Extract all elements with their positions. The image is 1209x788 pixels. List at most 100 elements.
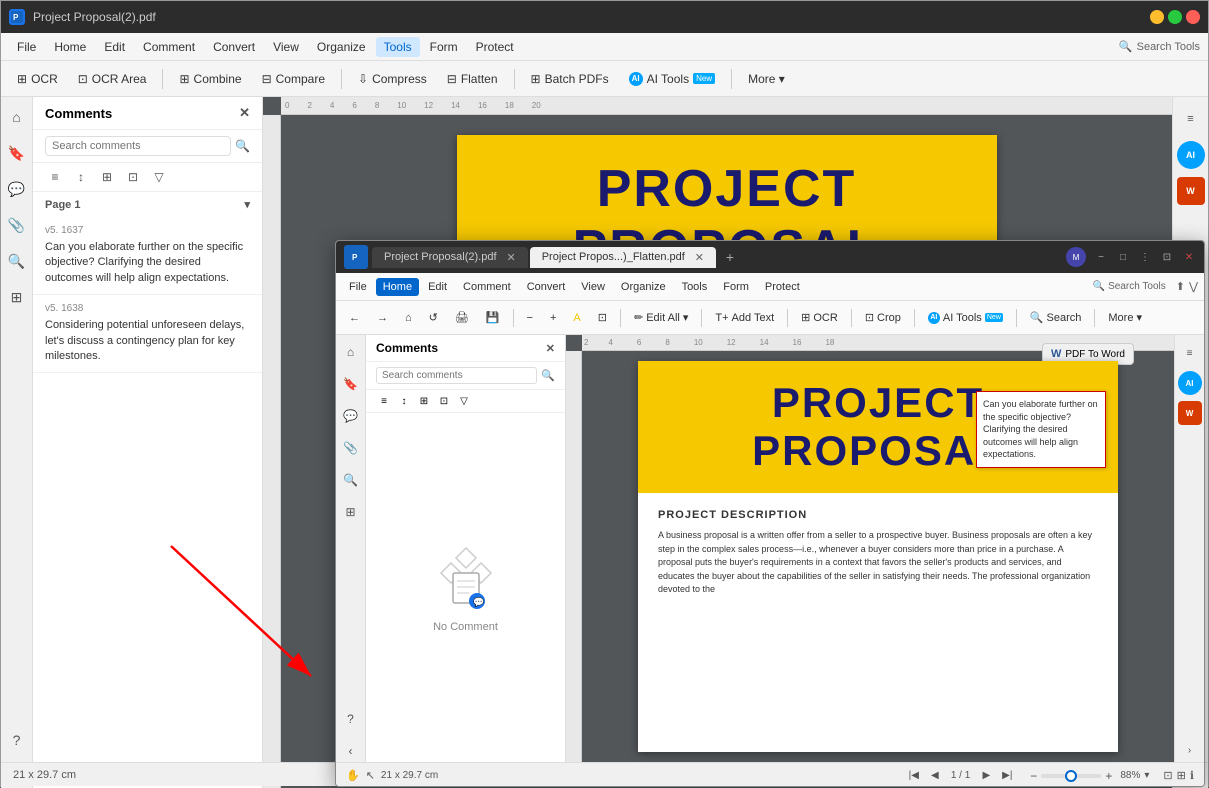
- back-ct-filter[interactable]: ▽: [149, 167, 169, 187]
- front-rt-ai[interactable]: AI: [1178, 371, 1202, 395]
- front-sb-nav[interactable]: ‹: [340, 740, 362, 762]
- front-ct-sort[interactable]: ↕: [396, 393, 412, 409]
- front-first-page[interactable]: |◀: [905, 767, 923, 785]
- back-comments-search-input[interactable]: [45, 136, 231, 156]
- back-tool-compare[interactable]: ⊟ Compare: [254, 68, 333, 90]
- front-view-info[interactable]: ℹ: [1190, 769, 1194, 782]
- back-sidebar-comment[interactable]: 💬: [5, 177, 29, 201]
- back-tool-compress[interactable]: ⇩ Compress: [350, 68, 435, 90]
- front-more-dots[interactable]: ⋮: [1138, 250, 1152, 264]
- front-menu-tools[interactable]: Tools: [675, 278, 715, 296]
- front-crop-btn[interactable]: ⊡ Crop: [858, 308, 908, 327]
- front-more-btn[interactable]: More ▾: [1101, 308, 1149, 327]
- front-ct-group[interactable]: ⊞: [416, 393, 432, 409]
- back-maximize-btn[interactable]: [1168, 10, 1182, 24]
- front-ct-list[interactable]: ≡: [376, 393, 392, 409]
- back-tool-more[interactable]: More ▾: [740, 68, 793, 90]
- front-comments-search-input[interactable]: [376, 367, 537, 384]
- front-rt-ms[interactable]: W: [1178, 401, 1202, 425]
- front-next-page[interactable]: ▶: [977, 767, 995, 785]
- back-tool-flatten[interactable]: ⊟ Flatten: [439, 68, 506, 90]
- front-highlight-btn[interactable]: A: [566, 309, 587, 327]
- back-menu-comment[interactable]: Comment: [135, 37, 203, 57]
- back-menu-form[interactable]: Form: [422, 37, 466, 57]
- front-zoom-dropdown[interactable]: ▾: [1144, 770, 1149, 781]
- back-search-tools-text[interactable]: Search Tools: [1137, 41, 1200, 53]
- front-sb-comment[interactable]: 💬: [340, 405, 362, 427]
- front-home-btn[interactable]: ⌂: [398, 309, 419, 327]
- back-comments-close[interactable]: ✕: [239, 105, 250, 121]
- front-sb-attach[interactable]: 📎: [340, 437, 362, 459]
- back-rt-settings[interactable]: ≡: [1177, 105, 1205, 133]
- back-tool-combine[interactable]: ⊞ Combine: [171, 68, 249, 90]
- front-zoom-out-status[interactable]: −: [1030, 769, 1037, 783]
- front-tab-1-close[interactable]: ✕: [507, 251, 516, 264]
- front-menu-form[interactable]: Form: [716, 278, 756, 296]
- front-menu-file[interactable]: File: [342, 278, 374, 296]
- front-edit-all-btn[interactable]: ✏ Edit All ▾: [627, 308, 695, 327]
- front-maximize[interactable]: □: [1116, 250, 1130, 264]
- front-menu-comment[interactable]: Comment: [456, 278, 518, 296]
- front-minimize[interactable]: −: [1094, 250, 1108, 264]
- front-upload-icon[interactable]: ⬆: [1176, 280, 1185, 293]
- front-ocr-btn[interactable]: ⊞ OCR: [794, 308, 845, 327]
- back-tool-ai[interactable]: AI AI Tools New: [621, 68, 723, 90]
- front-tab-2-close[interactable]: ✕: [695, 251, 704, 264]
- back-tool-batch[interactable]: ⊞ Batch PDFs: [523, 68, 617, 90]
- front-menu-view[interactable]: View: [574, 278, 612, 296]
- front-rt-expand[interactable]: ›: [1178, 738, 1202, 762]
- front-menu-convert[interactable]: Convert: [520, 278, 573, 296]
- front-status-hand[interactable]: ✋: [346, 769, 360, 782]
- front-tab-1[interactable]: Project Proposal(2).pdf ✕: [372, 247, 528, 268]
- front-zoom-out[interactable]: −: [520, 309, 540, 327]
- back-page-label[interactable]: Page 1 ▾: [33, 192, 262, 217]
- front-print-btn[interactable]: 🖨: [448, 308, 476, 327]
- front-back-btn[interactable]: ←: [342, 309, 367, 327]
- back-tool-ocr-area[interactable]: ⊡ OCR Area: [70, 68, 155, 90]
- front-rt-settings[interactable]: ≡: [1178, 341, 1202, 365]
- front-comments-close[interactable]: ✕: [546, 342, 555, 355]
- front-menu-protect[interactable]: Protect: [758, 278, 807, 296]
- front-sb-help[interactable]: ?: [340, 708, 362, 730]
- back-sidebar-home[interactable]: ⌂: [5, 105, 29, 129]
- back-close-btn[interactable]: [1186, 10, 1200, 24]
- back-minimize-btn[interactable]: [1150, 10, 1164, 24]
- back-sidebar-bookmark[interactable]: 🔖: [5, 141, 29, 165]
- back-tool-ocr[interactable]: ⊞ OCR: [9, 68, 66, 90]
- front-sb-layers[interactable]: ⊞: [340, 501, 362, 523]
- back-ct-list[interactable]: ≡: [45, 167, 65, 187]
- front-view-single[interactable]: ⊡: [1163, 769, 1172, 782]
- back-menu-view[interactable]: View: [265, 37, 307, 57]
- back-menu-tools[interactable]: Tools: [376, 37, 420, 57]
- front-menu-edit[interactable]: Edit: [421, 278, 454, 296]
- front-sb-search[interactable]: 🔍: [340, 469, 362, 491]
- front-crop-mode[interactable]: ⊡: [591, 308, 614, 327]
- front-forward-btn[interactable]: →: [370, 309, 395, 327]
- back-ct-group[interactable]: ⊞: [97, 167, 117, 187]
- back-sidebar-help[interactable]: ?: [5, 728, 29, 752]
- back-menu-edit[interactable]: Edit: [96, 37, 133, 57]
- front-search-btn[interactable]: 🔍 Search: [1023, 308, 1089, 327]
- front-view-fullscreen[interactable]: ⊞: [1177, 769, 1186, 782]
- back-menu-organize[interactable]: Organize: [309, 37, 374, 57]
- front-menu-home[interactable]: Home: [376, 278, 419, 296]
- back-rt-ai[interactable]: AI: [1177, 141, 1205, 169]
- front-close[interactable]: ✕: [1182, 250, 1196, 264]
- back-ct-sort[interactable]: ↕: [71, 167, 91, 187]
- front-menu-organize[interactable]: Organize: [614, 278, 673, 296]
- front-expand-icon[interactable]: ⋁: [1189, 280, 1198, 293]
- front-tab-2[interactable]: Project Propos...)_Flatten.pdf ✕: [530, 247, 716, 268]
- front-add-text-btn[interactable]: T+ Add Text: [708, 309, 781, 327]
- front-save-btn[interactable]: 💾: [479, 308, 507, 327]
- back-sidebar-search[interactable]: 🔍: [5, 249, 29, 273]
- front-ct-expand[interactable]: ⊡: [436, 393, 452, 409]
- back-rt-ms[interactable]: W: [1177, 177, 1205, 205]
- back-menu-convert[interactable]: Convert: [205, 37, 263, 57]
- front-reload-btn[interactable]: ↺: [422, 308, 445, 327]
- front-zoom-in-status[interactable]: +: [1105, 769, 1112, 783]
- front-ai-btn[interactable]: AI AI Tools New: [921, 309, 1010, 327]
- front-ct-filter[interactable]: ▽: [456, 393, 472, 409]
- front-status-cursor[interactable]: ↖: [366, 769, 375, 782]
- back-sidebar-attach[interactable]: 📎: [5, 213, 29, 237]
- front-new-tab-btn[interactable]: +: [718, 245, 742, 269]
